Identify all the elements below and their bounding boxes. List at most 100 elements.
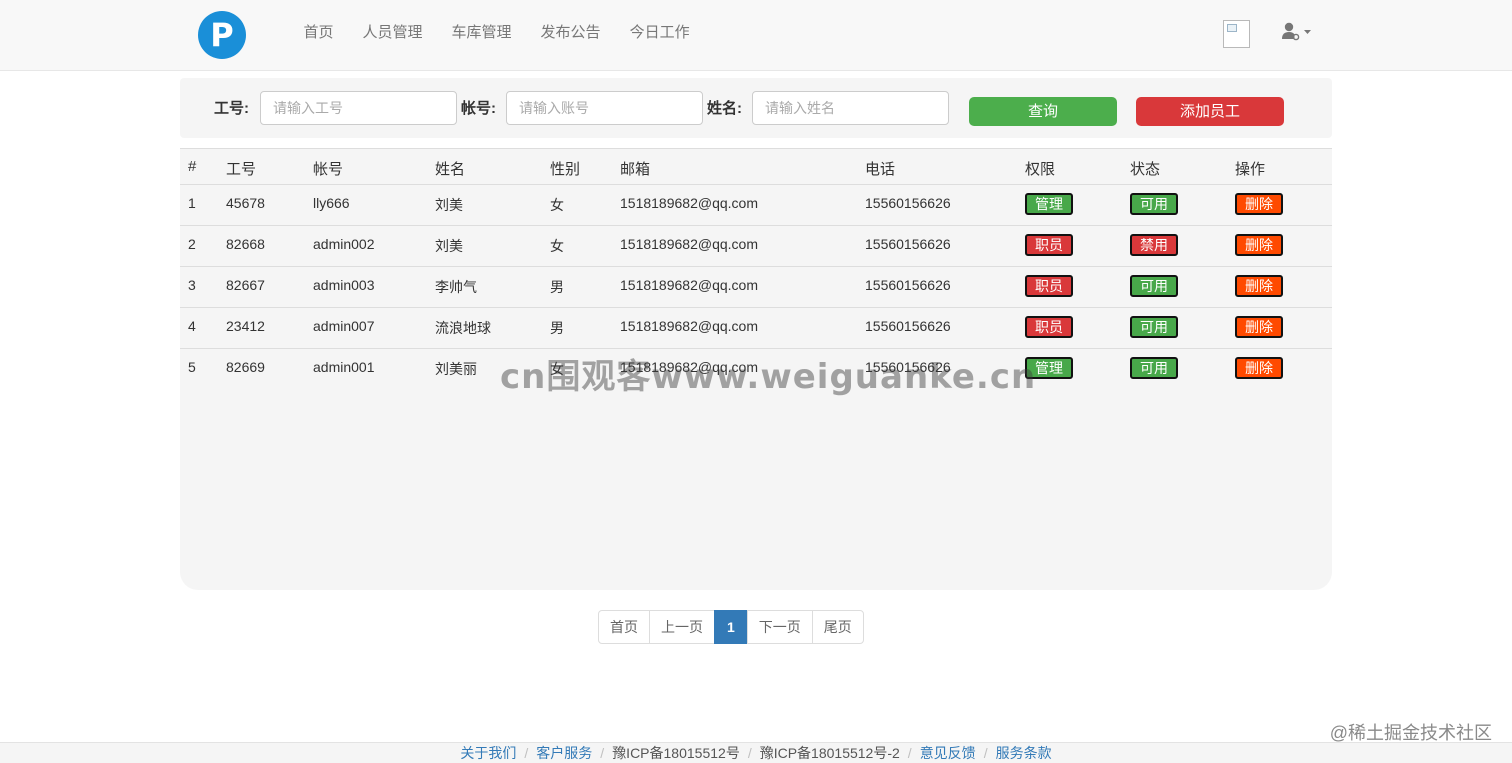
- status-toggle[interactable]: 可用: [1130, 275, 1178, 297]
- footer-link-customer-service[interactable]: 客户服务: [536, 745, 592, 761]
- page-last-button[interactable]: 尾页: [811, 610, 864, 644]
- footer-separator: /: [747, 745, 752, 761]
- gender-cell: 女: [550, 361, 564, 377]
- gender-cell: 男: [550, 279, 564, 295]
- email-cell: 1518189682@qq.com: [620, 318, 758, 334]
- column-header: 工号: [226, 161, 257, 178]
- nav-item-staff-management[interactable]: 人员管理: [348, 0, 437, 71]
- job-no-cell: 82667: [226, 277, 265, 293]
- footer-link-about[interactable]: 关于我们: [460, 745, 516, 761]
- page-first-button[interactable]: 首页: [598, 610, 650, 644]
- phone-cell: 15560156626: [865, 195, 951, 211]
- job-no-cell: 82669: [226, 359, 265, 375]
- query-button[interactable]: 查询: [969, 97, 1117, 126]
- phone-cell: 15560156626: [865, 236, 951, 252]
- delete-button[interactable]: 删除: [1235, 275, 1283, 297]
- page-current-button[interactable]: 1: [714, 610, 748, 644]
- job-no-input[interactable]: [260, 91, 457, 125]
- account-cell: admin002: [313, 236, 375, 252]
- column-header: 邮箱: [620, 161, 651, 178]
- nav-item-today-work[interactable]: 今日工作: [615, 0, 704, 71]
- status-toggle[interactable]: 可用: [1130, 316, 1178, 338]
- account-cell: admin007: [313, 318, 375, 334]
- email-cell: 1518189682@qq.com: [620, 277, 758, 293]
- name-cell: 刘美丽: [435, 361, 477, 377]
- footer-icp-number: 豫ICP备18015512号: [612, 745, 740, 761]
- status-toggle[interactable]: 可用: [1130, 357, 1178, 379]
- chevron-down-icon: [1304, 30, 1311, 34]
- table-row: 4 23412 admin007 流浪地球 男 1518189682@qq.co…: [180, 308, 1332, 349]
- account-cell: lly666: [313, 195, 350, 211]
- nav-item-garage-management[interactable]: 车库管理: [437, 0, 526, 71]
- delete-button[interactable]: 删除: [1235, 193, 1283, 215]
- account-label: 帐号:: [461, 100, 496, 117]
- table-header-row: # 工号 帐号 姓名 性别 邮箱 电话 权限 状态 操作: [180, 149, 1332, 185]
- footer-separator: /: [600, 745, 605, 761]
- role-badge[interactable]: 职员: [1025, 234, 1073, 256]
- account-input[interactable]: [506, 91, 703, 125]
- status-toggle[interactable]: 可用: [1130, 193, 1178, 215]
- logo[interactable]: P: [198, 11, 246, 59]
- job-no-label: 工号:: [214, 100, 249, 117]
- gender-cell: 女: [550, 238, 564, 254]
- name-cell: 刘美: [435, 197, 463, 213]
- employee-table: # 工号 帐号 姓名 性别 邮箱 电话 权限 状态 操作 1 45678 lly…: [180, 148, 1332, 590]
- footer: 关于我们 / 客户服务 / 豫ICP备18015512号 / 豫ICP备18015512号-…: [0, 742, 1512, 763]
- role-badge[interactable]: 职员: [1025, 275, 1073, 297]
- name-cell: 李帅气: [435, 279, 477, 295]
- gender-cell: 男: [550, 320, 564, 336]
- footer-separator: /: [983, 745, 988, 761]
- phone-cell: 15560156626: [865, 318, 951, 334]
- name-cell: 刘美: [435, 238, 463, 254]
- job-no-cell: 45678: [226, 195, 265, 211]
- add-employee-button[interactable]: 添加员工: [1136, 97, 1284, 126]
- name-label: 姓名:: [707, 100, 742, 117]
- pagination: 首页 上一页 1 下一页 尾页: [598, 610, 864, 644]
- table-row: 5 82669 admin001 刘美丽 女 1518189682@qq.com…: [180, 349, 1332, 390]
- footer-separator: /: [524, 745, 529, 761]
- footer-link-feedback[interactable]: 意见反馈: [920, 745, 976, 761]
- gender-cell: 女: [550, 197, 564, 213]
- email-cell: 1518189682@qq.com: [620, 236, 758, 252]
- column-header: #: [188, 158, 197, 175]
- table-row: 2 82668 admin002 刘美 女 1518189682@qq.com …: [180, 226, 1332, 267]
- role-badge[interactable]: 管理: [1025, 193, 1073, 215]
- status-toggle[interactable]: 禁用: [1130, 234, 1178, 256]
- column-header: 性别: [550, 161, 581, 178]
- email-cell: 1518189682@qq.com: [620, 359, 758, 375]
- column-header: 姓名: [435, 161, 466, 178]
- page-prev-button[interactable]: 上一页: [649, 610, 715, 644]
- table-row: 3 82667 admin003 李帅气 男 1518189682@qq.com…: [180, 267, 1332, 308]
- table-row: 1 45678 lly666 刘美 女 1518189682@qq.com 15…: [180, 185, 1332, 226]
- role-badge[interactable]: 管理: [1025, 357, 1073, 379]
- top-navbar: P 首页 人员管理 车库管理 发布公告 今日工作: [0, 0, 1512, 71]
- column-header: 状态: [1130, 161, 1161, 178]
- column-header: 电话: [865, 161, 896, 178]
- job-no-cell: 82668: [226, 236, 265, 252]
- row-index: 5: [188, 359, 196, 375]
- page-next-button[interactable]: 下一页: [746, 610, 813, 644]
- job-no-cell: 23412: [226, 318, 265, 334]
- row-index: 4: [188, 318, 196, 334]
- email-cell: 1518189682@qq.com: [620, 195, 758, 211]
- row-index: 2: [188, 236, 196, 252]
- user-menu-dropdown[interactable]: [1280, 20, 1314, 44]
- main-nav: 首页 人员管理 车库管理 发布公告 今日工作: [289, 0, 704, 71]
- phone-cell: 15560156626: [865, 359, 951, 375]
- phone-cell: 15560156626: [865, 277, 951, 293]
- name-cell: 流浪地球: [435, 320, 491, 336]
- delete-button[interactable]: 删除: [1235, 357, 1283, 379]
- delete-button[interactable]: 删除: [1235, 234, 1283, 256]
- column-header: 帐号: [313, 161, 344, 178]
- footer-link-terms[interactable]: 服务条款: [996, 745, 1052, 761]
- account-cell: admin001: [313, 359, 375, 375]
- column-header: 权限: [1025, 161, 1056, 178]
- nav-item-home[interactable]: 首页: [289, 0, 348, 71]
- broken-avatar-image[interactable]: [1223, 20, 1250, 48]
- role-badge[interactable]: 职员: [1025, 316, 1073, 338]
- nav-item-publish-notice[interactable]: 发布公告: [526, 0, 615, 71]
- delete-button[interactable]: 删除: [1235, 316, 1283, 338]
- footer-icp-number-2: 豫ICP备18015512号-2: [759, 745, 900, 761]
- name-input[interactable]: [752, 91, 949, 125]
- row-index: 3: [188, 277, 196, 293]
